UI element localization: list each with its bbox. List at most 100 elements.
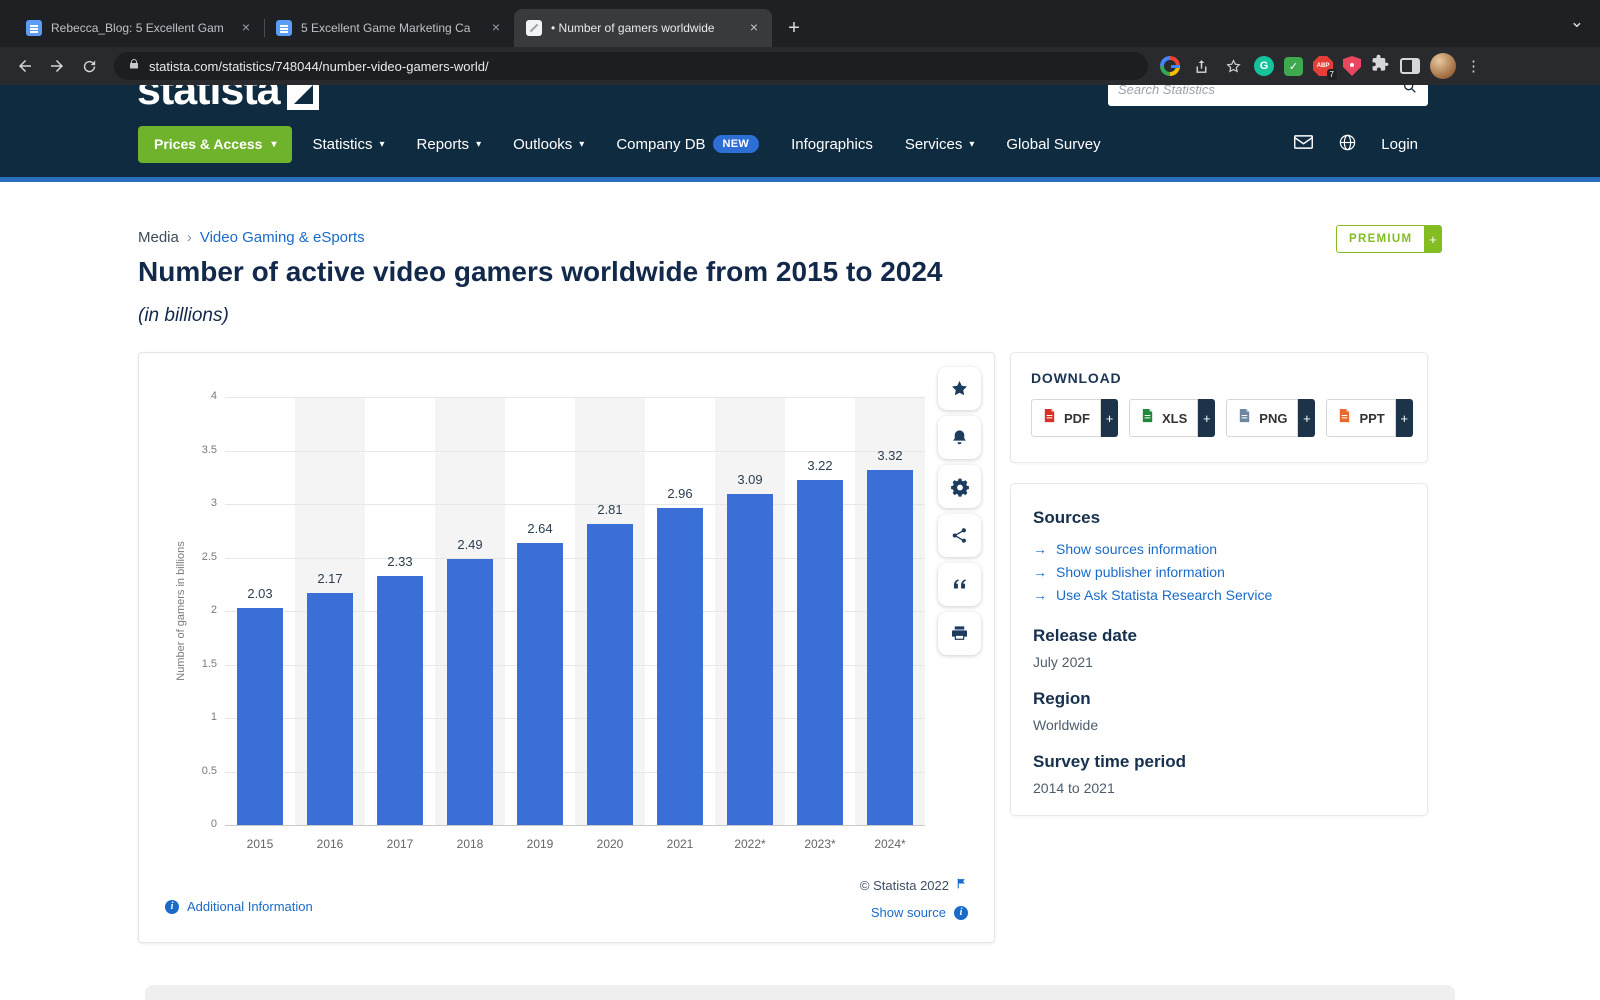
bar-value-label: 3.32 — [877, 447, 903, 463]
nav-item-label: Reports — [416, 135, 470, 153]
copyright-text: © Statista 2022 — [859, 877, 949, 893]
forward-icon[interactable] — [42, 51, 72, 81]
download-ppt-button[interactable]: PPT — [1326, 399, 1396, 437]
search-input[interactable] — [1118, 85, 1394, 97]
chart-bar — [657, 508, 703, 825]
back-icon[interactable] — [10, 51, 40, 81]
tab-strip: Rebecca_Blog: 5 Excellent Gam × 5 Excellen… — [0, 0, 1600, 47]
toolbar-icons: G ✓ ABP 7 ⋮ — [1160, 51, 1481, 81]
y-tick-label: 4 — [210, 390, 217, 402]
premium-label: PREMIUM — [1349, 233, 1413, 245]
nav-item-outlooks[interactable]: Outlooks ▾ — [513, 136, 584, 153]
download-group-xls: XLS + — [1129, 399, 1216, 437]
tab-close-icon[interactable]: × — [746, 20, 762, 36]
share-icon[interactable] — [1190, 51, 1212, 81]
add-download-button[interactable]: + — [1395, 399, 1413, 437]
breadcrumb-section[interactable]: Media — [138, 229, 179, 246]
browser-menu-icon[interactable]: ⋮ — [1466, 57, 1481, 75]
add-download-button[interactable]: + — [1198, 399, 1216, 437]
link-show-sources-information[interactable]: → Show sources information — [1033, 538, 1405, 561]
gridline — [225, 397, 925, 398]
side-panel-icon[interactable] — [1400, 58, 1420, 74]
nav-item-infographics[interactable]: Infographics — [791, 136, 873, 153]
url-bar[interactable]: statista.com/statistics/748044/number-vi… — [114, 52, 1148, 80]
link-show-publisher-information[interactable]: → Show publisher information — [1033, 561, 1405, 584]
new-tab-button[interactable]: + — [780, 14, 808, 42]
chart-bar — [517, 542, 563, 825]
additional-information-link[interactable]: i Additional Information — [165, 899, 313, 914]
tab-list: Rebecca_Blog: 5 Excellent Gam × 5 Excellen… — [14, 9, 772, 47]
profile-avatar[interactable] — [1430, 53, 1456, 79]
nav-item-global-survey[interactable]: Global Survey — [1006, 136, 1100, 153]
arrow-right-icon: → — [1033, 564, 1047, 580]
site-search[interactable] — [1108, 85, 1428, 106]
chevron-down-icon: ▾ — [969, 138, 975, 150]
tab-close-icon[interactable]: × — [238, 20, 254, 36]
add-download-button[interactable]: + — [1101, 399, 1118, 437]
chart-copyright: © Statista 2022 — [860, 877, 968, 893]
link-use-ask-statista-research-service[interactable]: → Use Ask Statista Research Service — [1033, 584, 1405, 607]
settings-gear-button[interactable] — [938, 465, 981, 508]
show-source-link[interactable]: Show source i — [871, 905, 968, 920]
shield-extension-icon[interactable] — [1343, 56, 1361, 76]
chart-toolbar — [938, 367, 981, 655]
source-link-label: Show publisher information — [1056, 564, 1225, 580]
nav-item-company-db[interactable]: Company DB NEW — [616, 135, 760, 153]
grammarly-extension-icon[interactable]: G — [1254, 56, 1274, 76]
reload-icon[interactable] — [74, 51, 104, 81]
search-icon[interactable] — [1402, 85, 1418, 100]
notification-bell-button[interactable] — [938, 416, 981, 459]
y-tick-label: 0.5 — [201, 764, 217, 777]
browser-tab[interactable]: 5 Excellent Game Marketing Ca × — [264, 9, 515, 47]
prices-access-label: Prices & Access — [154, 136, 263, 152]
add-download-button[interactable]: + — [1298, 399, 1316, 437]
favorite-button[interactable] — [938, 367, 981, 410]
nav-item-reports[interactable]: Reports ▾ — [417, 136, 482, 153]
info-icon: i — [165, 899, 179, 914]
bar-value-label: 2.81 — [597, 502, 623, 518]
premium-badge[interactable]: PREMIUM + — [1336, 225, 1443, 253]
y-tick-label: 3.5 — [201, 443, 217, 456]
y-tick-label: 2 — [210, 604, 217, 616]
chevron-down-icon: ▾ — [476, 138, 482, 150]
prices-access-button[interactable]: Prices & Access ▾ — [138, 125, 293, 163]
statista-logo[interactable]: statista — [137, 85, 319, 115]
flag-icon[interactable] — [955, 877, 968, 893]
share-chart-button[interactable] — [938, 514, 981, 557]
citation-quote-button[interactable] — [938, 563, 981, 606]
extensions-puzzle-icon[interactable] — [1371, 54, 1390, 78]
y-tick-label: 2.5 — [201, 550, 217, 563]
login-link[interactable]: Login — [1381, 136, 1418, 153]
gridline — [225, 450, 925, 452]
nav-item-services[interactable]: Services ▾ — [905, 136, 975, 153]
download-xls-button[interactable]: XLS — [1129, 399, 1199, 437]
breadcrumb-category-link[interactable]: Video Gaming & eSports — [200, 229, 365, 246]
google-icon[interactable] — [1160, 56, 1180, 76]
header-right: Login — [1293, 133, 1418, 156]
green-extension-icon[interactable]: ✓ — [1284, 56, 1303, 76]
x-tick-label: 2019 — [526, 837, 554, 851]
header-accent-line — [0, 177, 1600, 182]
release-date-heading: Release date — [1033, 626, 1137, 645]
download-format-label: PNG — [1259, 410, 1288, 426]
browser-tab[interactable]: • Number of gamers worldwide × — [514, 9, 772, 47]
download-pdf-button[interactable]: PDF — [1031, 399, 1101, 437]
adblock-extension-icon[interactable]: ABP 7 — [1313, 56, 1337, 80]
mail-icon[interactable] — [1293, 133, 1314, 155]
additional-information-label: Additional Information — [187, 899, 313, 914]
nav-item-statistics[interactable]: Statistics ▾ — [312, 136, 384, 153]
survey-period-value: 2014 to 2021 — [1033, 780, 1115, 796]
y-tick-label: 0 — [210, 818, 217, 830]
chart-bar — [307, 592, 353, 825]
logo-text: statista — [137, 85, 281, 114]
globe-icon[interactable] — [1338, 133, 1357, 156]
download-png-button[interactable]: PNG — [1226, 399, 1299, 437]
print-button[interactable] — [938, 612, 981, 655]
bookmark-star-icon[interactable] — [1222, 51, 1244, 81]
tab-search-chevron-icon[interactable]: ⌄ — [1570, 12, 1584, 32]
info-icon: i — [954, 905, 968, 920]
browser-tab[interactable]: Rebecca_Blog: 5 Excellent Gam × — [14, 9, 265, 47]
tab-close-icon[interactable]: × — [488, 20, 504, 36]
next-section-edge — [145, 985, 1455, 1000]
chevron-down-icon: ▾ — [379, 138, 385, 150]
